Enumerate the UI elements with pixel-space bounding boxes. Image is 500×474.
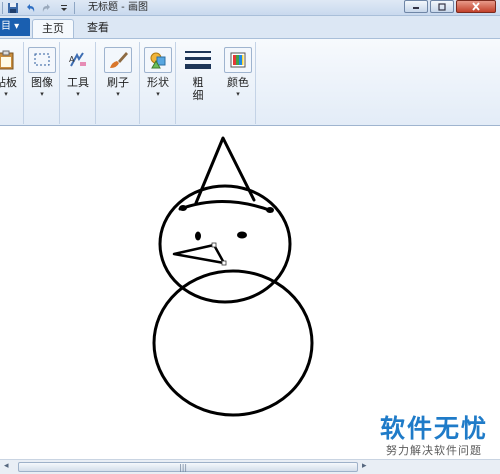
- shapes-icon: [144, 47, 172, 73]
- image-group: 图像 ▾: [24, 42, 60, 124]
- tools-icon: A: [64, 47, 92, 73]
- watermark: 软件无忧 努力解决软件问题: [380, 414, 488, 458]
- watermark-tagline: 努力解决软件问题: [385, 444, 482, 457]
- clipboard-icon: [0, 47, 20, 73]
- colors-icon: [224, 47, 252, 73]
- chevron-down-icon: ▾: [40, 90, 44, 98]
- brim-knob-right: [266, 207, 274, 213]
- window-controls: [404, 0, 496, 13]
- scrollbar-thumb[interactable]: |||: [18, 462, 358, 472]
- right-eye: [237, 231, 247, 239]
- brushes-label: 刷子: [107, 76, 129, 89]
- save-icon[interactable]: [6, 1, 20, 15]
- chevron-down-icon: ▾: [116, 90, 120, 98]
- grip-icon: |||: [179, 463, 188, 472]
- image-select-icon: [28, 47, 56, 73]
- tab-home[interactable]: 主页: [32, 19, 74, 38]
- window-title: 无标题 - 画图: [88, 2, 148, 13]
- line-width-button[interactable]: 粗 细: [180, 44, 216, 120]
- brushes-button[interactable]: 刷子 ▾: [100, 44, 136, 120]
- line-width-label: 粗 细: [192, 76, 204, 102]
- hat-brim: [178, 200, 274, 213]
- title-bar: 无标题 - 画图: [0, 0, 500, 16]
- drawing-canvas[interactable]: [0, 127, 500, 460]
- svg-text:A: A: [69, 55, 75, 64]
- line-width-group: 粗 细: [176, 42, 220, 124]
- quick-access-toolbar: [2, 1, 75, 15]
- redo-icon[interactable]: [40, 1, 54, 15]
- clipboard-label: 贴板: [0, 76, 17, 89]
- brim-knob-left: [179, 205, 187, 211]
- close-button[interactable]: [456, 0, 496, 13]
- maximize-button[interactable]: [430, 0, 454, 13]
- clipboard-button[interactable]: 贴板 ▾: [0, 44, 24, 120]
- watermark-brand: 软件无忧: [379, 414, 488, 443]
- left-eye: [195, 231, 201, 241]
- qat-separator: [2, 2, 3, 14]
- brushes-group: 刷子 ▾: [96, 42, 140, 124]
- colors-button[interactable]: 颜色 ▾: [220, 44, 256, 120]
- brush-icon: [104, 47, 132, 73]
- snowman-body: [152, 269, 314, 417]
- horizontal-scrollbar[interactable]: ◂ ||| ▸: [0, 459, 500, 474]
- tools-button[interactable]: A 工具 ▾: [60, 44, 96, 120]
- scroll-left-icon[interactable]: ◂: [4, 461, 9, 471]
- ribbon: 贴板 ▾ 图像 ▾ A 工具 ▾ 刷子 ▾ 形状 ▾ 粗 细 颜色 ▾: [0, 38, 500, 126]
- line-width-icon: [184, 47, 212, 73]
- colors-label: 颜色: [227, 76, 249, 89]
- file-menu-tab[interactable]: 目 ▾: [0, 18, 30, 36]
- shapes-group: 形状 ▾: [140, 42, 176, 124]
- snowman-head: [158, 184, 292, 304]
- minimize-button[interactable]: [404, 0, 428, 13]
- chevron-down-icon: ▾: [4, 90, 8, 98]
- tools-label: 工具: [67, 76, 89, 89]
- clipboard-group: 贴板 ▾: [0, 42, 24, 124]
- qat-separator: [74, 2, 75, 14]
- chevron-down-icon: ▾: [76, 90, 80, 98]
- snowman-nose: [172, 243, 226, 265]
- selection-handle: [211, 242, 217, 248]
- chevron-down-icon: ▾: [156, 90, 160, 98]
- chevron-down-icon: ▾: [236, 90, 240, 98]
- customize-qat-icon[interactable]: [57, 1, 71, 15]
- shapes-button[interactable]: 形状 ▾: [140, 44, 176, 120]
- colors-group: 颜色 ▾: [220, 42, 256, 124]
- image-label: 图像: [31, 76, 53, 89]
- hat-outline: [194, 136, 256, 205]
- shapes-label: 形状: [147, 76, 169, 89]
- snowman-drawing: [152, 136, 314, 417]
- image-button[interactable]: 图像 ▾: [24, 44, 60, 120]
- tools-group: A 工具 ▾: [60, 42, 96, 124]
- undo-icon[interactable]: [23, 1, 37, 15]
- tab-view[interactable]: 查看: [78, 19, 118, 38]
- selection-handle: [221, 260, 227, 266]
- scroll-right-icon[interactable]: ▸: [362, 461, 367, 471]
- ribbon-tab-row: 目 ▾ 主页 查看: [0, 16, 500, 38]
